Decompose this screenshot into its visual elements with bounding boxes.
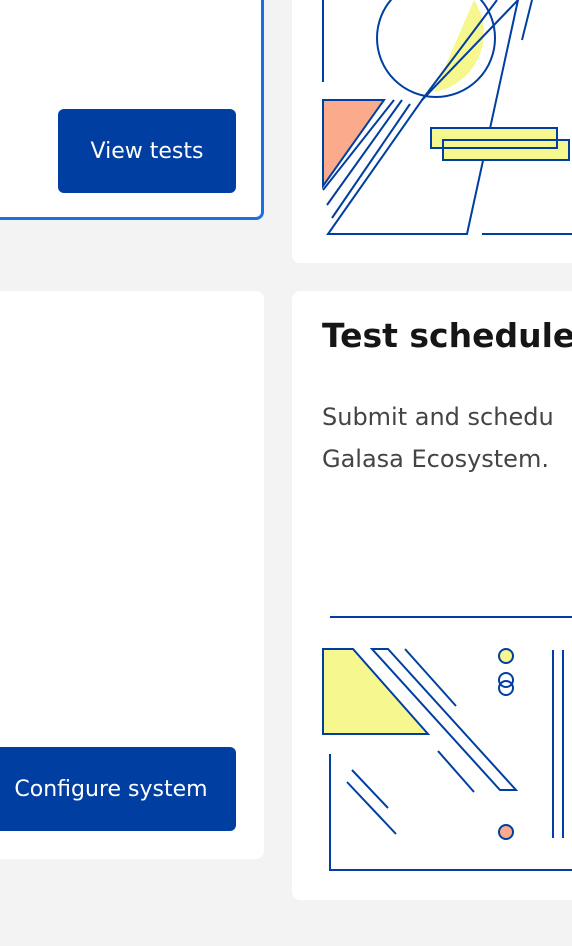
test-schedule-description: Submit and schedu Galasa Ecosystem. <box>322 403 554 473</box>
test-schedule-illustration-icon <box>322 616 572 871</box>
view-tests-button[interactable]: View tests <box>58 109 236 193</box>
test-runs-illustration-icon <box>322 0 572 235</box>
configure-system-button[interactable]: Configure system <box>0 747 236 831</box>
test-schedule-title: Test schedule <box>322 316 572 355</box>
